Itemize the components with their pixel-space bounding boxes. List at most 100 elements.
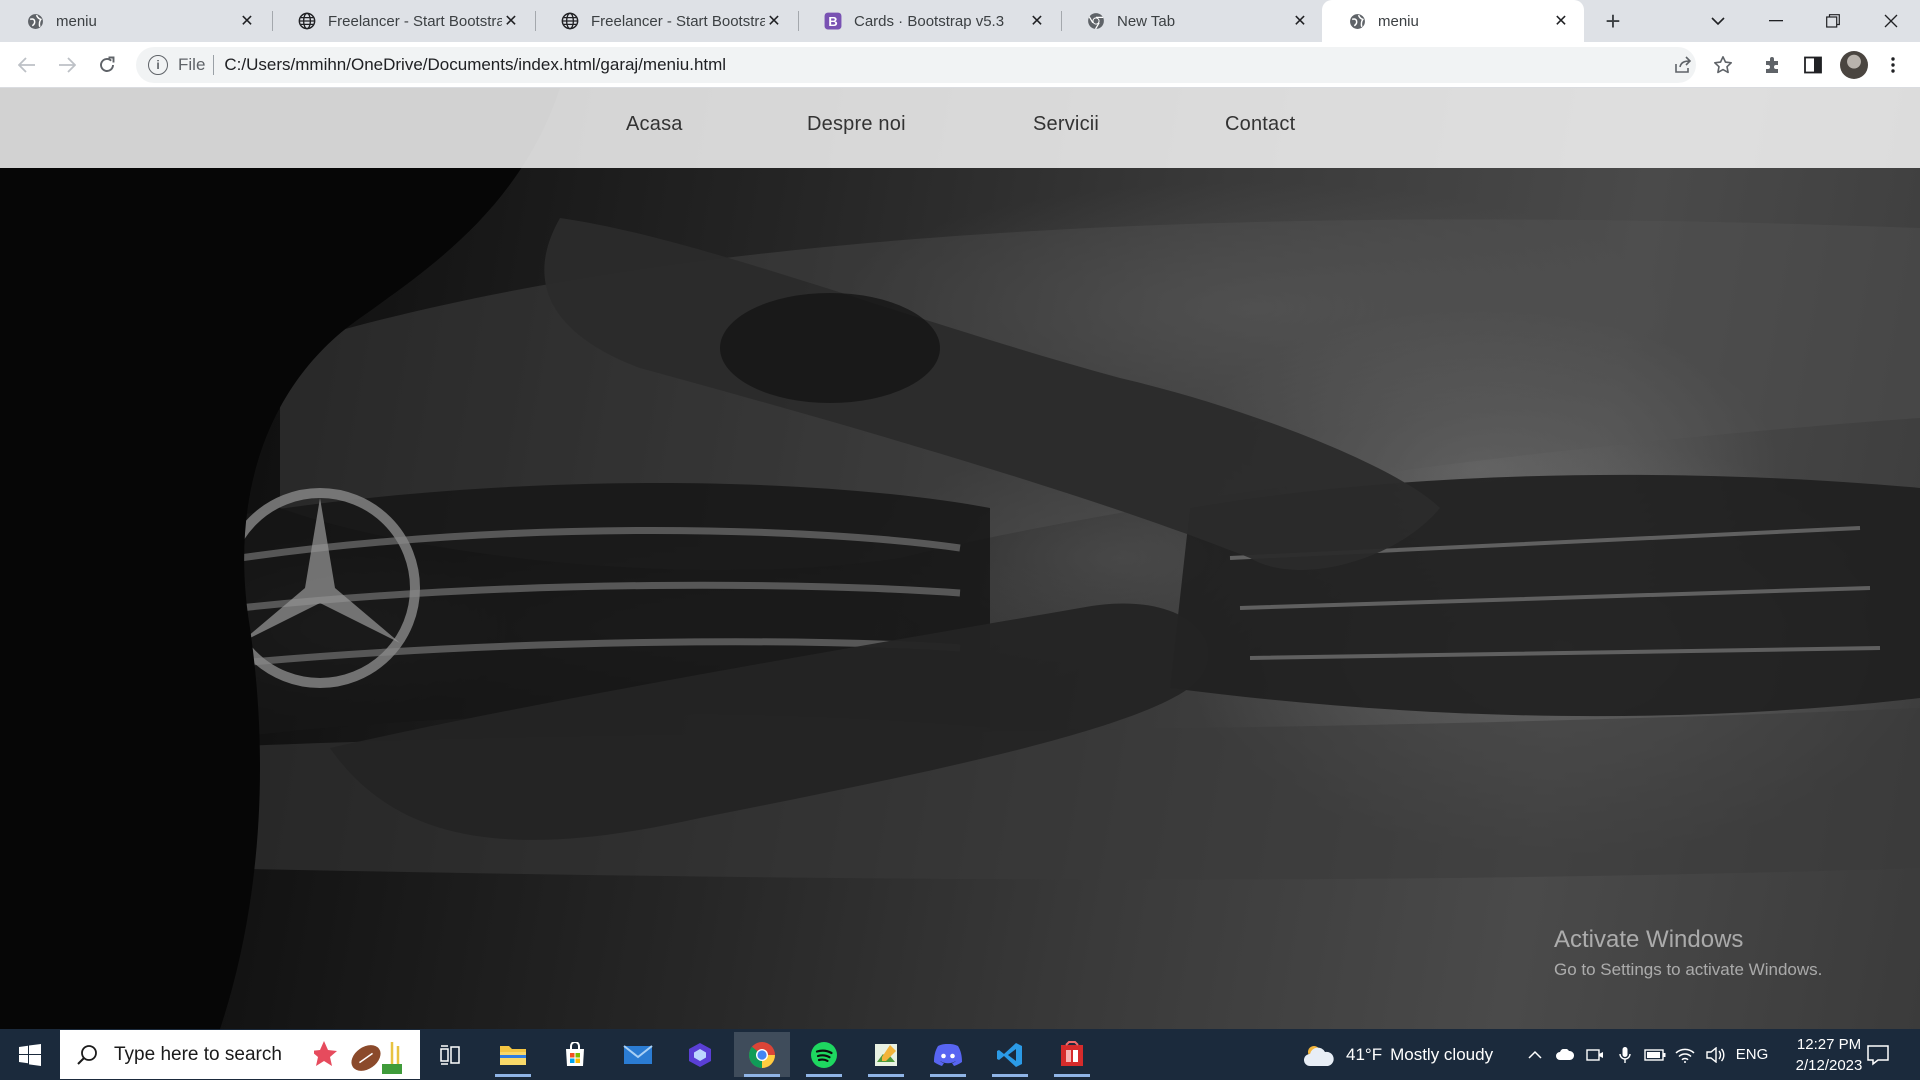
taskbar-search-box[interactable]: Type here to search bbox=[60, 1030, 420, 1079]
taskbar-ide-app[interactable] bbox=[858, 1032, 914, 1077]
notification-center-button[interactable] bbox=[1866, 1029, 1890, 1080]
onedrive-cloud-icon[interactable] bbox=[1550, 1048, 1580, 1061]
info-icon[interactable]: i bbox=[148, 55, 168, 75]
close-tab-icon[interactable]: ✕ bbox=[1291, 12, 1309, 30]
address-bar[interactable]: i File C:/Users/mmihn/OneDrive/Documents… bbox=[136, 47, 1696, 83]
taskbar-file-explorer[interactable] bbox=[485, 1032, 541, 1077]
nav-link-contact[interactable]: Contact bbox=[1225, 113, 1295, 136]
system-tray: ENG bbox=[1520, 1029, 1774, 1080]
close-window-button[interactable] bbox=[1863, 0, 1919, 42]
back-button[interactable] bbox=[11, 49, 43, 81]
browser-tab-strip: meniu ✕ Freelancer - Start Bootstrap ✕ F… bbox=[0, 0, 1920, 42]
microphone-icon[interactable] bbox=[1610, 1046, 1640, 1064]
tab-title: New Tab bbox=[1117, 12, 1176, 30]
task-view-button[interactable] bbox=[422, 1032, 478, 1077]
browser-toolbar: i File C:/Users/mmihn/OneDrive/Documents… bbox=[0, 42, 1920, 88]
tab-search-button[interactable] bbox=[1690, 0, 1746, 42]
language-indicator[interactable]: ENG bbox=[1730, 1046, 1774, 1063]
show-hidden-icons-chevron-icon[interactable] bbox=[1520, 1050, 1550, 1059]
mail-icon bbox=[623, 1044, 653, 1064]
url-text[interactable]: C:/Users/mmihn/OneDrive/Documents/index.… bbox=[224, 55, 726, 75]
browser-tab[interactable]: meniu ✕ bbox=[0, 0, 270, 42]
open-app-indicator bbox=[868, 1074, 904, 1077]
weather-widget[interactable]: 41°F Mostly cloudy bbox=[1302, 1029, 1493, 1080]
open-app-indicator bbox=[495, 1074, 531, 1077]
scheme-label: File bbox=[178, 55, 206, 74]
taskbar-discord[interactable] bbox=[920, 1032, 976, 1077]
nav-link-despre-noi[interactable]: Despre noi bbox=[807, 113, 906, 136]
new-tab-button[interactable]: + bbox=[1598, 6, 1628, 36]
browser-tab[interactable]: Freelancer - Start Bootstrap ✕ bbox=[272, 0, 534, 42]
taskbar-microsoft-store[interactable] bbox=[547, 1032, 603, 1077]
restore-button[interactable] bbox=[1805, 0, 1861, 42]
taskbar-spotify[interactable] bbox=[796, 1032, 852, 1077]
wifi-icon[interactable] bbox=[1670, 1047, 1700, 1063]
close-tab-icon[interactable]: ✕ bbox=[238, 12, 256, 30]
hero-car-photo bbox=[0, 88, 1920, 1029]
site-navbar: Acasa Despre noi Servicii Contact bbox=[0, 88, 1920, 168]
close-tab-icon[interactable]: ✕ bbox=[1028, 12, 1046, 30]
hero-background-image bbox=[0, 88, 1920, 1029]
discord-icon bbox=[934, 1043, 962, 1066]
nav-link-servicii[interactable]: Servicii bbox=[1033, 113, 1099, 136]
globe-icon bbox=[26, 12, 44, 30]
chrome-menu-icon[interactable] bbox=[1878, 50, 1908, 80]
taskbar-chrome[interactable] bbox=[734, 1032, 790, 1077]
weather-temperature: 41°F bbox=[1346, 1044, 1383, 1064]
side-panel-icon[interactable] bbox=[1798, 50, 1828, 80]
weather-condition: Mostly cloudy bbox=[1390, 1044, 1494, 1064]
weather-cloud-icon bbox=[1304, 1045, 1334, 1066]
search-icon bbox=[77, 1044, 97, 1065]
browser-tab[interactable]: New Tab ✕ bbox=[1061, 0, 1323, 42]
taskbar-red-app[interactable] bbox=[1044, 1032, 1100, 1077]
profile-avatar[interactable] bbox=[1840, 51, 1868, 79]
share-icon[interactable] bbox=[1668, 50, 1698, 80]
meet-now-icon[interactable] bbox=[1580, 1047, 1610, 1063]
tab-title: Freelancer - Start Bootstrap bbox=[591, 12, 765, 30]
tab-title: meniu bbox=[1378, 12, 1419, 30]
chrome-icon bbox=[748, 1041, 775, 1068]
app-icon bbox=[1061, 1040, 1083, 1066]
browser-tab[interactable]: Freelancer - Start Bootstrap ✕ bbox=[535, 0, 797, 42]
minimize-button[interactable] bbox=[1748, 0, 1804, 42]
start-button[interactable] bbox=[0, 1029, 60, 1080]
close-tab-icon[interactable]: ✕ bbox=[1552, 12, 1570, 30]
forward-button[interactable] bbox=[51, 49, 83, 81]
watermark-subtitle: Go to Settings to activate Windows. bbox=[1554, 960, 1823, 979]
open-app-indicator bbox=[1054, 1074, 1090, 1077]
page-viewport: Acasa Despre noi Servicii Contact Activa… bbox=[0, 88, 1920, 1029]
folder-icon bbox=[500, 1045, 526, 1065]
browser-tab-active[interactable]: meniu ✕ bbox=[1322, 0, 1584, 42]
taskbar-photos[interactable] bbox=[672, 1032, 728, 1077]
globe-icon bbox=[1348, 12, 1366, 30]
browser-tab[interactable]: B Cards · Bootstrap v5.3 ✕ bbox=[798, 0, 1060, 42]
search-placeholder: Type here to search bbox=[114, 1043, 282, 1065]
app-window-icon bbox=[875, 1043, 897, 1066]
taskbar-vscode[interactable] bbox=[982, 1032, 1038, 1077]
reload-button[interactable] bbox=[91, 49, 123, 81]
close-tab-icon[interactable]: ✕ bbox=[765, 12, 783, 30]
open-app-indicator bbox=[992, 1074, 1028, 1077]
windows-taskbar: Type here to search 41°F Mostly cloudy E… bbox=[0, 1029, 1920, 1080]
watermark-title: Activate Windows bbox=[1554, 926, 1744, 953]
battery-icon[interactable] bbox=[1640, 1048, 1670, 1061]
chrome-icon bbox=[1087, 12, 1105, 30]
open-app-indicator bbox=[744, 1074, 780, 1077]
activate-windows-watermark: Activate Windows Go to Settings to activ… bbox=[1554, 926, 1822, 980]
photos-icon bbox=[689, 1042, 711, 1067]
store-icon bbox=[566, 1041, 584, 1066]
volume-icon[interactable] bbox=[1700, 1046, 1730, 1063]
close-tab-icon[interactable]: ✕ bbox=[502, 12, 520, 30]
svg-text:B: B bbox=[828, 14, 837, 29]
bootstrap-icon: B bbox=[824, 12, 842, 30]
taskbar-mail[interactable] bbox=[610, 1032, 666, 1077]
vscode-icon bbox=[997, 1042, 1022, 1067]
bookmark-star-icon[interactable] bbox=[1708, 50, 1738, 80]
tab-title: Cards · Bootstrap v5.3 bbox=[854, 12, 1005, 30]
nav-link-acasa[interactable]: Acasa bbox=[626, 113, 683, 136]
address-divider bbox=[213, 55, 215, 75]
extensions-icon[interactable] bbox=[1758, 50, 1788, 80]
notification-icon bbox=[1867, 1044, 1889, 1066]
spotify-icon bbox=[811, 1041, 837, 1068]
open-app-indicator bbox=[930, 1074, 966, 1077]
